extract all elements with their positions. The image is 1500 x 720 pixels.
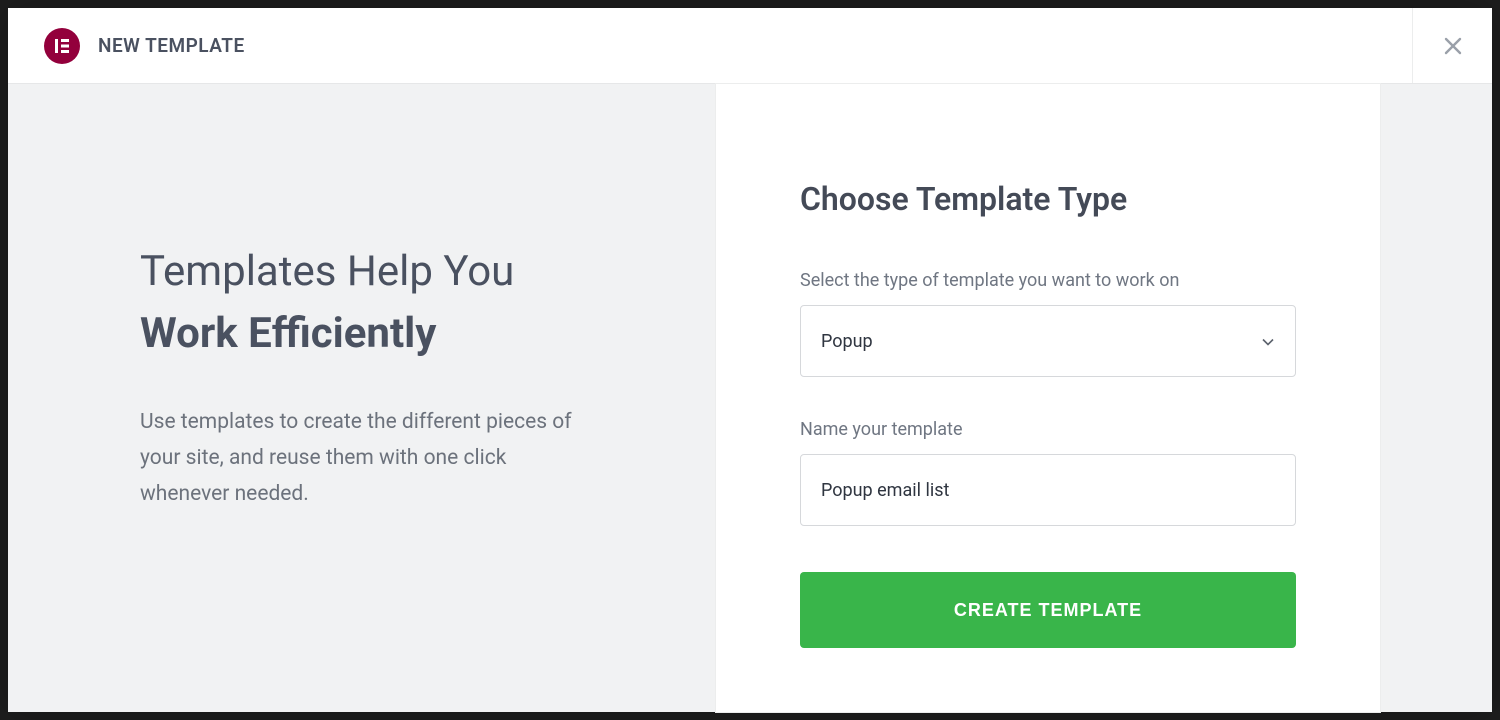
create-template-button[interactable]: CREATE TEMPLATE [800,572,1296,648]
modal-header: NEW TEMPLATE [8,8,1492,84]
template-type-select[interactable]: Popup [800,305,1296,377]
modal-title: NEW TEMPLATE [98,34,245,57]
close-area [1412,8,1492,83]
info-description: Use templates to create the different pi… [140,405,600,512]
modal-body: Templates Help You Work Efficiently Use … [8,84,1492,712]
template-type-label: Select the type of template you want to … [800,270,1296,291]
headline-line2: Work Efficiently [140,307,656,362]
template-name-label: Name your template [800,419,1296,440]
close-icon [1442,35,1464,57]
elementor-icon [44,28,80,64]
template-form: Choose Template Type Select the type of … [716,84,1380,712]
new-template-modal: NEW TEMPLATE Templates Help You Work Eff… [8,8,1492,712]
template-type-select-wrap: Popup [800,305,1296,377]
info-pane: Templates Help You Work Efficiently Use … [8,84,716,712]
headline-line1: Templates Help You [140,244,656,301]
form-title: Choose Template Type [800,180,1296,218]
close-button[interactable] [1433,26,1473,66]
template-name-input[interactable] [800,454,1296,526]
